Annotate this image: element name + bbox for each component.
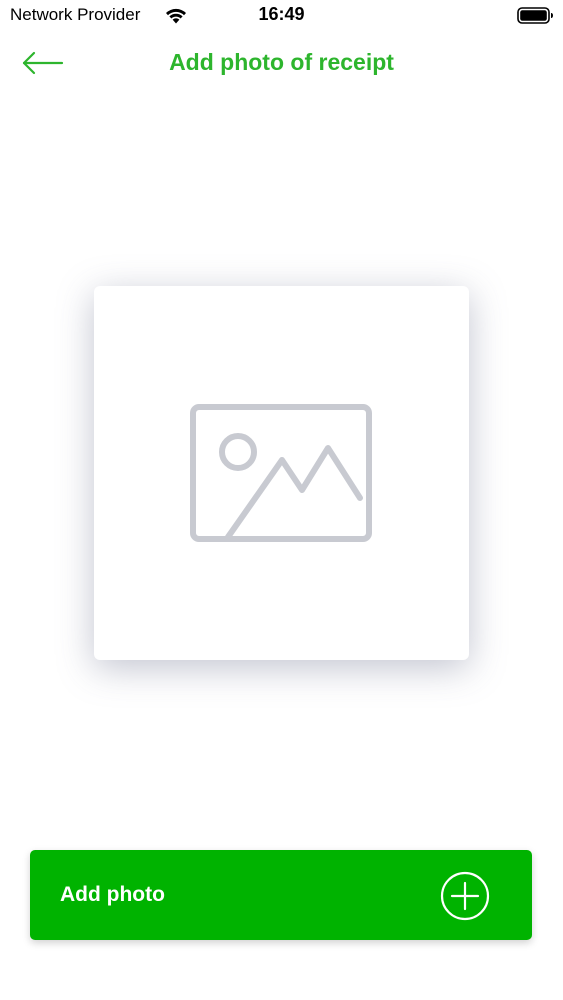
add-photo-label: Add photo [60, 883, 165, 906]
photo-placeholder-card[interactable] [94, 286, 469, 660]
page-title: Add photo of receipt [169, 49, 394, 75]
clock: 16:49 [258, 4, 305, 24]
status-bar: Network Provider 16:49 [0, 0, 563, 32]
image-placeholder-icon [190, 404, 372, 542]
add-photo-button[interactable]: Add photo [30, 850, 532, 940]
plus-circle-icon [440, 871, 490, 921]
battery-icon [517, 7, 553, 24]
